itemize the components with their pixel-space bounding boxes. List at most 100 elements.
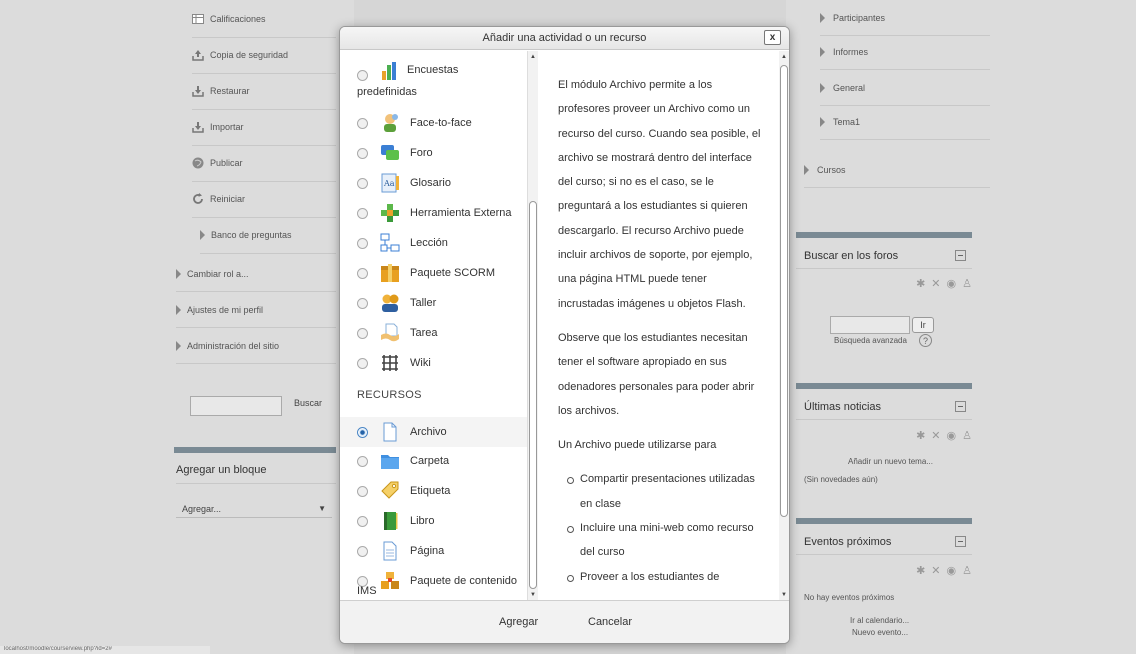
resource-item-page[interactable]: Página [340, 537, 527, 565]
add-button[interactable]: Agregar [499, 616, 538, 628]
search-button[interactable]: Buscar [294, 398, 322, 408]
activity-radio[interactable] [357, 147, 368, 159]
activity-radio[interactable] [357, 177, 368, 189]
lesson-icon [380, 233, 400, 253]
gear-icon[interactable]: ✱ [916, 277, 925, 290]
activity-item-face-to-face[interactable]: Face-to-face [340, 109, 527, 137]
resource-item-file[interactable]: Archivo [340, 417, 527, 447]
hide-icon[interactable]: ◉ [947, 564, 957, 577]
move-icon[interactable]: ♙ [962, 564, 972, 577]
resource-item-folder[interactable]: Carpeta [340, 447, 527, 475]
add-activity-dialog: Añadir una actividad o un recurso x Encu… [339, 26, 790, 644]
resource-radio[interactable] [357, 545, 368, 557]
activity-label-wrap: Encuestas predefinidas [357, 86, 417, 98]
activity-item-glossary[interactable]: Aa Glosario [340, 169, 527, 197]
expand-arrow-icon [200, 229, 205, 240]
activity-label: Encuestas [407, 64, 459, 76]
chevron-down-icon: ▼ [318, 504, 326, 513]
add-topic-link[interactable]: Añadir un nuevo tema... [848, 457, 933, 466]
svg-text:Aa: Aa [383, 179, 395, 188]
resource-radio[interactable] [357, 485, 368, 497]
delete-icon[interactable]: ✕ [931, 429, 940, 442]
nav-item-label: Informes [833, 46, 869, 57]
help-icon[interactable]: ? [919, 334, 932, 347]
resource-radio[interactable] [357, 455, 368, 467]
admin-item-restore[interactable]: Restaurar [192, 72, 336, 110]
activity-radio[interactable] [357, 327, 368, 339]
resource-label: Paquete de contenido [410, 575, 518, 587]
admin-item-reset[interactable]: Reiniciar [192, 180, 336, 218]
resource-radio[interactable] [357, 515, 368, 527]
events-block-title: Eventos próximos [796, 529, 972, 555]
activity-item-lesson[interactable]: Lección [340, 229, 527, 257]
activity-item-forum[interactable]: Foro [340, 139, 527, 167]
calendar-link[interactable]: Ir al calendario... [850, 616, 909, 625]
scroll-up-icon[interactable]: ▲ [530, 54, 536, 60]
nav-item-reports[interactable]: Informes [820, 34, 990, 70]
nav-item-participants[interactable]: Participantes [820, 0, 990, 36]
activity-radio[interactable] [357, 297, 368, 309]
advanced-search-link[interactable]: Búsqueda avanzada [834, 336, 907, 345]
question-bank-item[interactable]: Banco de preguntas [200, 216, 336, 254]
admin-item-backup[interactable]: Copia de seguridad [192, 36, 336, 74]
scroll-down-icon[interactable]: ▼ [530, 592, 536, 598]
activity-list-scrollbar[interactable]: ▲ ▼ [528, 51, 538, 603]
close-button[interactable]: x [764, 30, 781, 45]
collapse-block-icon[interactable] [955, 536, 966, 547]
tree-item-label: Administración del sitio [187, 340, 280, 351]
move-icon[interactable]: ♙ [962, 277, 972, 290]
new-event-link[interactable]: Nuevo evento... [852, 628, 908, 637]
add-block-select-value: Agregar... [182, 503, 222, 514]
add-block-select[interactable]: Agregar... ▼ [176, 500, 332, 518]
description-scrollbar[interactable]: ▲ ▼ [779, 51, 789, 603]
go-button[interactable]: Ir [912, 317, 934, 333]
activity-radio[interactable] [357, 267, 368, 279]
gear-icon[interactable]: ✱ [916, 429, 925, 442]
nav-item-courses[interactable]: Cursos [804, 152, 990, 188]
scroll-down-icon[interactable]: ▼ [781, 592, 787, 598]
activity-item-assignment[interactable]: Tarea [340, 319, 527, 347]
nav-item-general[interactable]: General [820, 70, 990, 106]
forum-icon [380, 143, 400, 163]
forum-search-input[interactable] [830, 316, 910, 334]
admin-item-publish[interactable]: Publicar [192, 144, 336, 182]
activity-item-external-tool[interactable]: Herramienta Externa [340, 199, 527, 227]
scrollbar-thumb[interactable] [780, 65, 788, 517]
activity-list: Encuestas Encuestas predefinidas Face-to… [340, 51, 528, 603]
admin-item-import[interactable]: Importar [192, 108, 336, 146]
activity-radio[interactable] [357, 70, 368, 81]
activity-item-wiki[interactable]: Wiki [340, 349, 527, 377]
forum-search-block-title: Buscar en los foros [796, 243, 972, 269]
expand-arrow-icon [820, 82, 825, 93]
activity-radio[interactable] [357, 237, 368, 249]
scrollbar-thumb[interactable] [529, 201, 537, 589]
tree-item-profile-settings[interactable]: Ajustes de mi perfil [176, 292, 336, 328]
collapse-block-icon[interactable] [955, 401, 966, 412]
move-icon[interactable]: ♙ [962, 429, 972, 442]
delete-icon[interactable]: ✕ [931, 564, 940, 577]
nav-item-label: Cursos [817, 164, 846, 175]
delete-icon[interactable]: ✕ [931, 277, 940, 290]
activity-item-workshop[interactable]: Taller [340, 289, 527, 317]
tree-item-switch-role[interactable]: Cambiar rol a... [176, 256, 336, 292]
restore-icon [192, 85, 204, 97]
description-paragraph: El módulo Archivo permite a los profesor… [558, 79, 761, 310]
nav-item-topic1[interactable]: Tema1 [820, 104, 990, 140]
hide-icon[interactable]: ◉ [947, 277, 957, 290]
activity-item-scorm[interactable]: Paquete SCORM [340, 259, 527, 287]
cancel-button[interactable]: Cancelar [588, 616, 632, 628]
collapse-block-icon[interactable] [955, 250, 966, 261]
activity-radio[interactable] [357, 207, 368, 219]
page-icon [380, 541, 400, 561]
admin-item-grades[interactable]: Calificaciones [192, 0, 336, 38]
search-input[interactable] [190, 396, 282, 416]
activity-radio[interactable] [357, 357, 368, 369]
resource-item-label[interactable]: Etiqueta [340, 477, 527, 505]
scroll-up-icon[interactable]: ▲ [781, 54, 787, 60]
gear-icon[interactable]: ✱ [916, 564, 925, 577]
resource-radio-selected[interactable] [357, 426, 368, 438]
tree-item-site-admin[interactable]: Administración del sitio [176, 328, 336, 364]
hide-icon[interactable]: ◉ [947, 429, 957, 442]
resource-item-book[interactable]: Libro [340, 507, 527, 535]
activity-radio[interactable] [357, 117, 368, 129]
